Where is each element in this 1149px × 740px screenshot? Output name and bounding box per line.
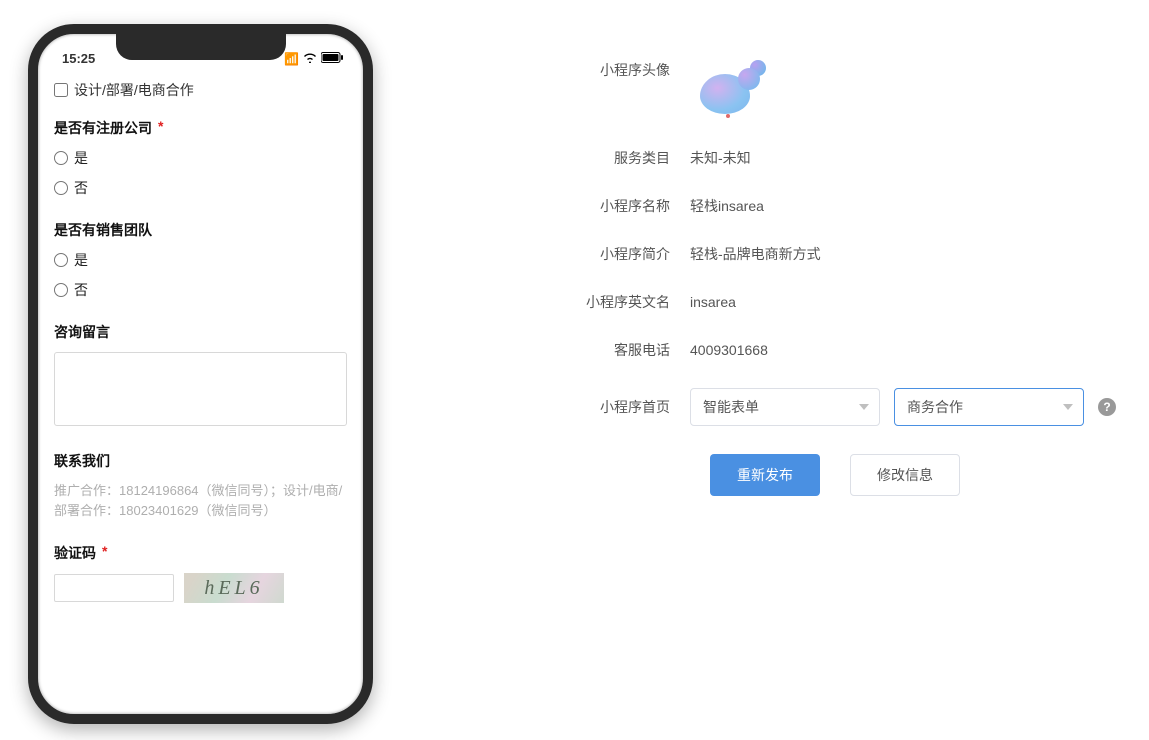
checkbox-design-deploy[interactable] [54, 83, 68, 97]
battery-icon [321, 52, 343, 66]
section-company: 是否有注册公司 * 是 否 [54, 118, 347, 198]
label-consult: 咨询留言 [54, 322, 110, 342]
radio-label: 否 [74, 280, 88, 300]
value-enname: insarea [690, 294, 1130, 310]
button-label: 重新发布 [737, 465, 793, 485]
contact-text: 推广合作：18124196864（微信同号）；设计/电商/部署合作：180234… [54, 481, 347, 521]
section-consult: 咨询留言 [54, 322, 347, 429]
radio-company-yes[interactable] [54, 151, 68, 165]
checkbox-label: 设计/部署/电商合作 [74, 80, 194, 100]
republish-button[interactable]: 重新发布 [710, 454, 820, 496]
select-home-page[interactable]: 智能表单 [690, 388, 880, 426]
label-avatar: 小程序头像 [520, 60, 690, 80]
radio-company-no[interactable] [54, 181, 68, 195]
radio-label: 是 [74, 250, 88, 270]
label-home: 小程序首页 [520, 397, 690, 417]
label-enname: 小程序英文名 [520, 292, 690, 312]
label-name: 小程序名称 [520, 196, 690, 216]
value-phone: 4009301668 [690, 342, 1130, 358]
value-intro: 轻栈-品牌电商新方式 [690, 244, 1130, 264]
info-panel: 小程序头像 服务类目 未知-未知 小程序名称 轻栈insarea 小程序简介 轻… [520, 60, 1130, 496]
label-category: 服务类目 [520, 148, 690, 168]
phone-form[interactable]: 设计/部署/电商合作 是否有注册公司 * 是 否 是否有销售团队 是 [38, 70, 363, 714]
radio-label: 否 [74, 178, 88, 198]
help-icon[interactable]: ? [1098, 398, 1116, 416]
edit-info-button[interactable]: 修改信息 [850, 454, 960, 496]
chevron-down-icon [1063, 404, 1073, 410]
phone-notch [116, 34, 286, 60]
label-contact: 联系我们 [54, 451, 110, 471]
radio-sales-yes[interactable] [54, 253, 68, 267]
consult-textarea[interactable] [54, 352, 347, 426]
select-value: 商务合作 [907, 397, 963, 417]
section-sales: 是否有销售团队 是 否 [54, 220, 347, 300]
chevron-down-icon [859, 404, 869, 410]
status-time: 15:25 [62, 51, 95, 66]
select-home-sub[interactable]: 商务合作 [894, 388, 1084, 426]
label-phone: 客服电话 [520, 340, 690, 360]
captcha-input[interactable] [54, 574, 174, 602]
required-mark: * [102, 543, 107, 563]
radio-sales-no[interactable] [54, 283, 68, 297]
label-captcha: 验证码 [54, 543, 96, 563]
select-value: 智能表单 [703, 397, 759, 417]
phone-mockup: 15:25 📶 设计/部署/电商合作 是否有注册公司 * 是 [28, 24, 373, 724]
captcha-image[interactable]: hEL6 [184, 573, 284, 603]
section-captcha: 验证码 * hEL6 [54, 543, 347, 603]
value-name: 轻栈insarea [690, 196, 1130, 216]
signal-icon: 📶 [284, 52, 299, 66]
radio-label: 是 [74, 148, 88, 168]
wifi-icon [303, 52, 317, 66]
label-company: 是否有注册公司 [54, 118, 152, 138]
button-label: 修改信息 [877, 465, 933, 485]
avatar [694, 60, 774, 120]
section-contact: 联系我们 推广合作：18124196864（微信同号）；设计/电商/部署合作：1… [54, 451, 347, 521]
label-sales: 是否有销售团队 [54, 220, 152, 240]
required-mark: * [158, 118, 163, 138]
value-category: 未知-未知 [690, 148, 1130, 168]
label-intro: 小程序简介 [520, 244, 690, 264]
